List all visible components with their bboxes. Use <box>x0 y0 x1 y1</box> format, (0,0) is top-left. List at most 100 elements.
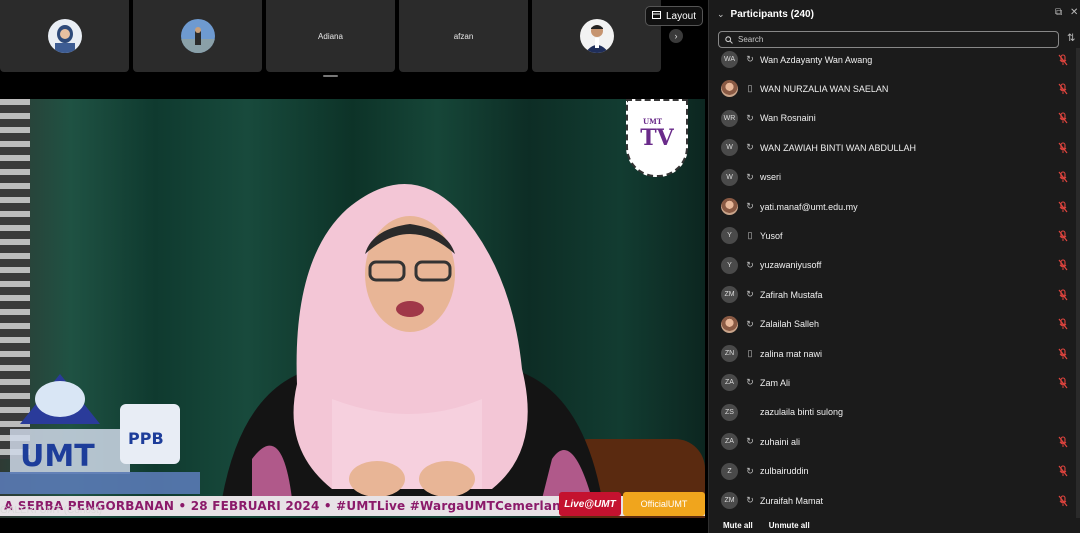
participant-name: Zafirah Mustafa <box>760 289 823 300</box>
mic-muted-icon[interactable] <box>1058 436 1068 448</box>
participant-photo <box>180 19 215 53</box>
participant-thumbnail-strip: Adiana afzan Layout › <box>0 0 708 74</box>
search-input[interactable] <box>738 35 1038 44</box>
mute-all-button[interactable]: Mute all <box>723 521 753 530</box>
mic-muted-icon[interactable] <box>1058 259 1068 271</box>
mic-muted-icon[interactable] <box>1058 289 1068 301</box>
avatar <box>721 315 738 333</box>
participant-row[interactable]: WR ↻ Wan Rosnaini <box>709 104 1080 133</box>
mic-muted-icon[interactable] <box>1058 53 1068 66</box>
participant-row[interactable]: Y ▯ Yusof <box>709 221 1080 250</box>
participant-name: wseri <box>760 172 782 183</box>
participant-photo <box>47 19 82 53</box>
avatar: Y <box>721 256 738 274</box>
headset-icon: ↻ <box>746 201 754 211</box>
headset-icon: ↻ <box>746 495 754 505</box>
participant-row[interactable]: ↻ Zalailah Salleh <box>709 310 1080 339</box>
thumbnail-tile[interactable] <box>133 0 262 72</box>
chevron-right-icon[interactable]: › <box>669 29 683 43</box>
panel-header: ⌄ Participants (240) ⧉ ✕ <box>709 0 1080 28</box>
headset-icon: ↻ <box>746 112 754 123</box>
participant-row[interactable]: ZM ↻ Zuraifah Mamat <box>709 486 1080 515</box>
thumbnail-name: Adiana <box>318 31 343 41</box>
participant-name: Zalailah Salleh <box>760 319 820 330</box>
meeting-stage: Adiana afzan Layout › UMT TV UMT PPB A S… <box>0 0 708 533</box>
mic-muted-icon[interactable] <box>1058 112 1068 124</box>
participant-name: WAN ZAWIAH BINTI WAN ABDULLAH <box>760 142 917 153</box>
popout-icon[interactable]: ⧉ <box>1055 7 1062 18</box>
thumbnail-tile[interactable]: afzan <box>399 0 528 72</box>
resize-handle[interactable] <box>323 75 338 77</box>
avatar: ZA <box>721 433 738 451</box>
participant-name: WAN NURZALIA WAN SAELAN <box>760 83 889 94</box>
participant-name: Yusof <box>760 230 783 241</box>
svg-text:PPB: PPB <box>128 429 164 448</box>
headset-icon: ↻ <box>746 259 754 270</box>
umt-trophy: UMT PPB <box>0 374 200 494</box>
participant-row[interactable]: ZN ▯ zalina mat nawi <box>709 339 1080 368</box>
participant-row[interactable]: ZS zazulaila binti sulong <box>709 398 1080 427</box>
participant-row[interactable]: WA ↻ Wan Azdayanty Wan Awang <box>709 45 1080 74</box>
avatar: ZS <box>721 403 738 421</box>
thumbnail-name: afzan <box>453 31 474 41</box>
mic-muted-icon[interactable] <box>1058 465 1068 477</box>
headset-icon: ↻ <box>746 318 754 329</box>
headset-icon: ↻ <box>746 54 754 64</box>
thumbnail-tile[interactable]: Adiana <box>266 0 395 72</box>
mic-muted-icon[interactable] <box>1058 200 1068 213</box>
headset-icon: ↻ <box>746 142 754 153</box>
svg-text:UMT: UMT <box>20 439 95 474</box>
avatar: W <box>721 168 738 186</box>
scrollbar[interactable] <box>1076 48 1080 518</box>
mic-muted-icon[interactable] <box>1058 318 1068 330</box>
live-badge: Live@UMT <box>559 492 621 516</box>
thumbnail-tile[interactable] <box>0 0 129 72</box>
avatar: WA <box>721 51 738 68</box>
layout-button[interactable]: Layout <box>645 6 704 26</box>
participant-name: Zuraifah Mamat <box>760 495 824 506</box>
participant-name: Wan Rosnaini <box>760 113 816 124</box>
unmute-all-button[interactable]: Unmute all <box>769 521 810 530</box>
mic-muted-icon[interactable] <box>1058 171 1068 183</box>
participant-name: zuhaini ali <box>760 436 801 447</box>
avatar: Y <box>721 227 738 245</box>
chevron-down-icon[interactable]: ⌄ <box>717 9 725 20</box>
headset-icon: ↻ <box>746 465 754 476</box>
participant-photo <box>579 19 614 53</box>
mic-muted-icon[interactable] <box>1058 142 1068 154</box>
official-handle: OfficialUMT <box>623 492 705 516</box>
mic-muted-icon[interactable] <box>1058 377 1068 389</box>
tv-logo-small-text: UMT <box>643 117 663 126</box>
mic-muted-icon[interactable] <box>1058 494 1068 507</box>
mic-muted-icon[interactable] <box>1058 347 1068 360</box>
avatar <box>721 198 738 215</box>
speaker-figure <box>222 184 602 499</box>
layout-icon <box>652 10 661 22</box>
participant-row[interactable]: ZM ↻ Zafirah Mustafa <box>709 280 1080 309</box>
phone-icon: ▯ <box>747 348 753 358</box>
avatar: ZA <box>721 374 738 392</box>
participant-row[interactable]: Y ↻ yuzawaniyusoff <box>709 251 1080 280</box>
speaker-name-label: GALERI UMT (Conost) <box>0 505 103 516</box>
panel-footer: Mute all Unmute all <box>709 518 1080 533</box>
participant-row[interactable]: ▯ WAN NURZALIA WAN SAELAN <box>709 74 1080 103</box>
layout-label: Layout <box>666 10 697 22</box>
sort-icon[interactable]: ⇅ <box>1067 33 1075 44</box>
headset-icon: ↻ <box>746 171 754 182</box>
participant-row[interactable]: ZA ↻ Zam Ali <box>709 368 1080 397</box>
mic-muted-icon[interactable] <box>1058 230 1068 242</box>
participant-row[interactable]: Z ↻ zulbairuddin <box>709 457 1080 486</box>
umt-tv-logo: UMT TV <box>626 99 688 177</box>
close-icon[interactable]: ✕ <box>1070 7 1078 18</box>
thumbnail-tile[interactable] <box>532 0 661 72</box>
mic-muted-icon[interactable] <box>1058 83 1068 95</box>
participant-row[interactable]: W ↻ wseri <box>709 163 1080 192</box>
participant-name: Zam Ali <box>760 377 791 388</box>
avatar: Z <box>721 462 738 480</box>
participant-row[interactable]: ZA ↻ zuhaini ali <box>709 427 1080 456</box>
panel-title: Participants (240) <box>730 8 814 20</box>
meeting-app: Adiana afzan Layout › UMT TV UMT PPB A S… <box>0 0 1080 533</box>
participant-row[interactable]: W ↻ WAN ZAWIAH BINTI WAN ABDULLAH <box>709 133 1080 162</box>
participants-panel: ⌄ Participants (240) ⧉ ✕ ⇅ WA ↻ Wan Azdaya… <box>708 0 1080 533</box>
participant-row[interactable]: ↻ yati.manaf@umt.edu.my <box>709 192 1080 221</box>
